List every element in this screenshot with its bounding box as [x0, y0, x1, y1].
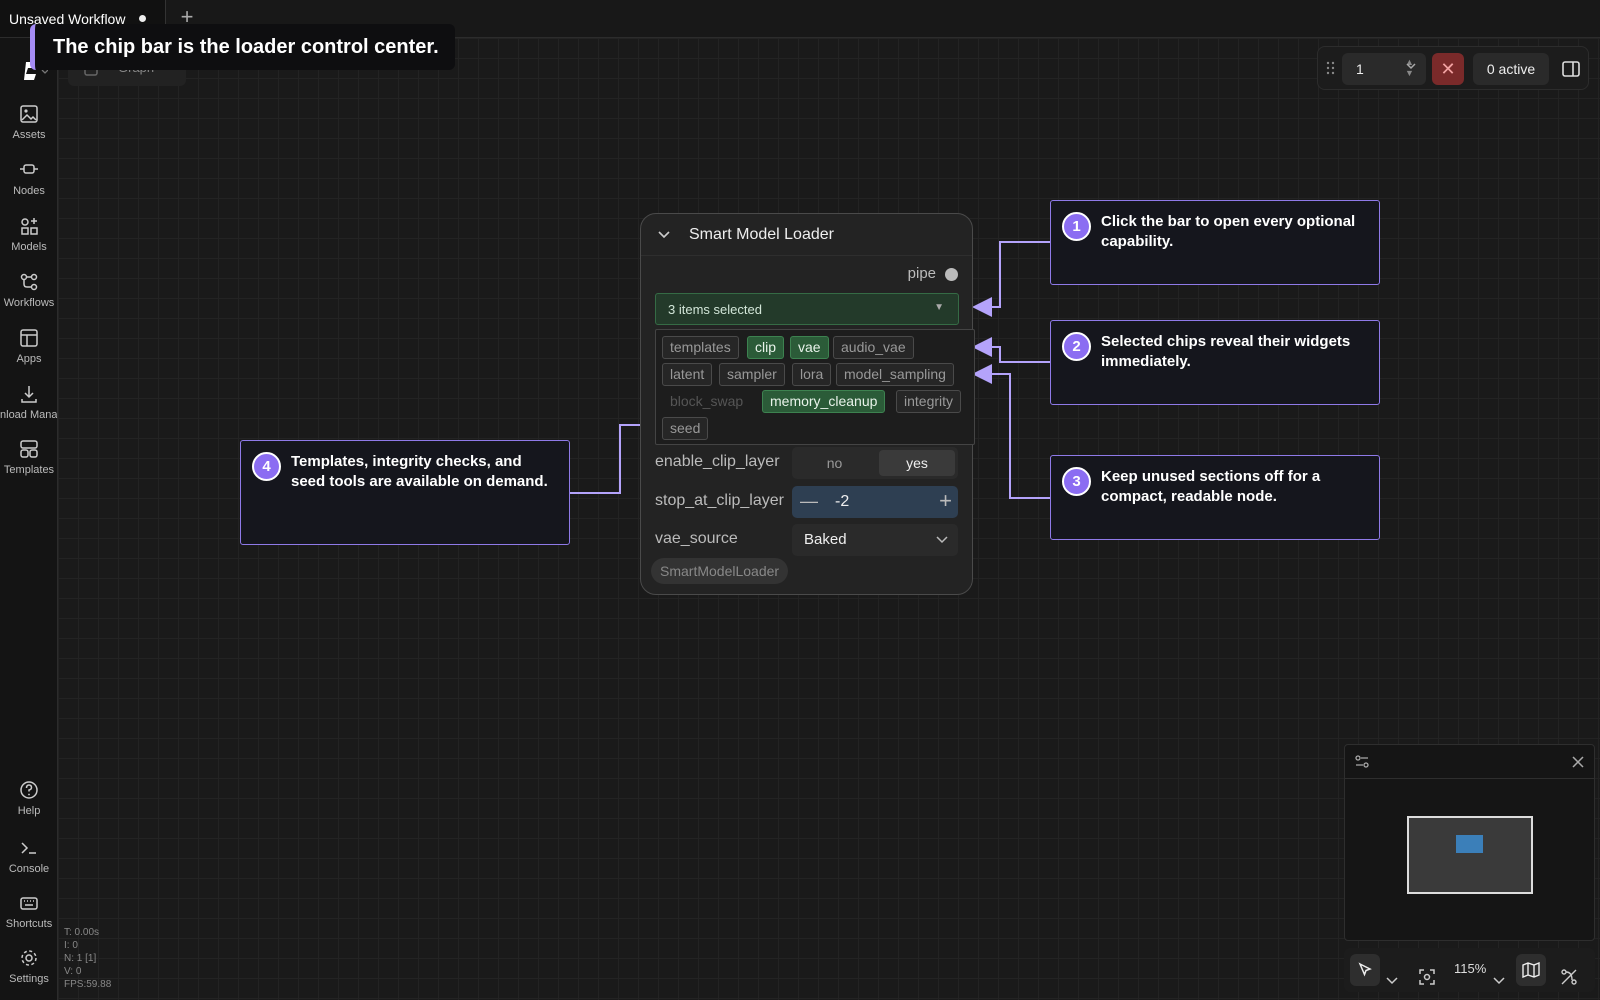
- chip-clip[interactable]: clip: [747, 336, 785, 359]
- toggle-minimap-button[interactable]: [1516, 954, 1546, 986]
- callout-text: Click the bar to open every optional cap…: [1101, 213, 1356, 250]
- stop-clip-layer-label: stop_at_clip_layer: [655, 492, 784, 509]
- chip-memory-cleanup[interactable]: memory_cleanup: [762, 390, 886, 413]
- stop-clip-layer-stepper[interactable]: — -2 +: [792, 486, 958, 518]
- close-icon[interactable]: [1571, 755, 1585, 769]
- minimap-node: [1456, 835, 1483, 853]
- canvas-controls: 115%: [1344, 948, 1595, 992]
- chip-latent[interactable]: latent: [662, 363, 713, 386]
- clip-layer-toggle[interactable]: no yes: [792, 447, 958, 479]
- step-number: 4: [252, 452, 281, 481]
- callout-text: Keep unused sections off for a compact, …: [1101, 468, 1321, 505]
- chip-sampler[interactable]: sampler: [719, 363, 785, 386]
- minimap[interactable]: [1344, 744, 1595, 941]
- connector-1: [972, 241, 1050, 317]
- hide-links-icon[interactable]: [1560, 961, 1578, 993]
- callout-1: 1 Click the bar to open every optional c…: [1050, 200, 1380, 285]
- vae-source-select[interactable]: Baked: [792, 524, 958, 556]
- dropdown-arrow-icon: ▼: [934, 302, 944, 313]
- chip-block-swap[interactable]: block_swap: [662, 390, 751, 413]
- node-title: Smart Model Loader: [689, 226, 834, 243]
- stat-fps: FPS:59.88: [64, 979, 112, 990]
- stop-clip-layer-value[interactable]: -2: [835, 493, 849, 511]
- step-number: 2: [1062, 332, 1091, 361]
- node-type-badge: SmartModelLoader: [651, 558, 789, 584]
- map-icon: [1522, 962, 1540, 978]
- toggle-no[interactable]: no: [792, 447, 877, 479]
- callout-text: Templates, integrity checks, and seed to…: [291, 453, 548, 490]
- chip-vae[interactable]: vae: [790, 336, 829, 359]
- zoom-level[interactable]: 115%: [1454, 961, 1486, 976]
- multiselect-label: 3 items selected: [668, 302, 762, 317]
- stat-time: T: 0.00s: [64, 927, 100, 938]
- capability-multiselect[interactable]: 3 items selected ▼: [655, 293, 959, 325]
- fit-view-icon[interactable]: [1418, 961, 1436, 993]
- increment-button[interactable]: +: [939, 488, 952, 514]
- output-pipe-socket[interactable]: [945, 268, 958, 281]
- chip-seed[interactable]: seed: [662, 417, 709, 440]
- smart-model-loader-node[interactable]: Smart Model Loader pipe 3 items selected…: [640, 213, 975, 595]
- toggle-yes[interactable]: yes: [879, 450, 955, 476]
- decrement-button[interactable]: —: [800, 491, 818, 512]
- chevron-down-icon[interactable]: [1493, 965, 1505, 997]
- clip-layer-label: enable_clip_layer: [655, 453, 780, 470]
- chip-lora[interactable]: lora: [792, 363, 832, 386]
- chip-audio-vae[interactable]: audio_vae: [833, 336, 914, 359]
- chip-model-sampling[interactable]: model_sampling: [836, 363, 954, 386]
- pointer-icon: [1358, 962, 1372, 977]
- step-number: 3: [1062, 467, 1091, 496]
- callout-3: 3 Keep unused sections off for a compact…: [1050, 455, 1380, 540]
- vae-source-label: vae_source: [655, 530, 738, 547]
- stat-nodes: N: 1 [1]: [64, 953, 97, 964]
- vae-source-value: Baked: [804, 531, 847, 548]
- collapse-chevron-icon[interactable]: [657, 228, 671, 242]
- chevron-down-icon: [936, 536, 948, 544]
- connector-2: [972, 337, 1050, 363]
- node-header[interactable]: Smart Model Loader: [641, 214, 972, 256]
- step-number: 1: [1062, 212, 1091, 241]
- minimap-header: [1345, 745, 1594, 779]
- render-stats: T: 0.00s I: 0 N: 1 [1] V: 0 FPS:59.88: [64, 926, 111, 991]
- chip-bar: templates clip vae audio_vae latent samp…: [655, 329, 975, 445]
- callout-4: 4 Templates, integrity checks, and seed …: [240, 440, 570, 545]
- output-pipe-label: pipe: [907, 265, 936, 282]
- chip-integrity[interactable]: integrity: [896, 390, 962, 413]
- select-tool-button[interactable]: [1350, 954, 1380, 986]
- callout-2: 2 Selected chips reveal their widgets im…: [1050, 320, 1380, 405]
- stat-v: V: 0: [64, 966, 82, 977]
- connector-3: [972, 364, 1050, 499]
- chevron-down-icon[interactable]: [1386, 965, 1398, 997]
- settings-sliders-icon[interactable]: [1354, 754, 1370, 770]
- chip-templates[interactable]: templates: [662, 336, 739, 359]
- minimap-viewport[interactable]: [1407, 816, 1533, 894]
- stat-i: I: 0: [64, 940, 78, 951]
- callout-text: Selected chips reveal their widgets imme…: [1101, 333, 1351, 370]
